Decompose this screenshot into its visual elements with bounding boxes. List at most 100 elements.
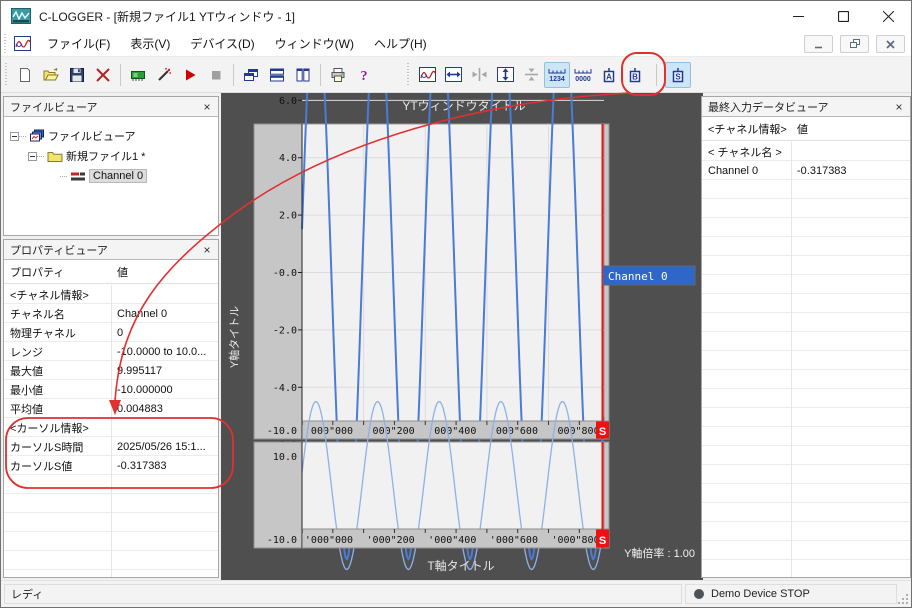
stop-measurement-button[interactable] (203, 62, 229, 88)
device-board-icon (131, 70, 145, 81)
property-viewer-header: プロパティビューア × (4, 240, 218, 260)
status-message: レディ (4, 584, 682, 604)
property-grid[interactable]: <チャネル情報> チャネル名 Channel 0 物理チャネル 0 レンジ -10.0… (4, 285, 218, 577)
yt-chart[interactable]: YTウィンドウタイトル10.08.06.04.02.0-0.0-2.0-4.0-… (221, 93, 703, 580)
toolbar-separator (120, 63, 121, 86)
tile-vertical-button[interactable] (290, 62, 316, 88)
tree-channel-label: Channel 0 (89, 169, 148, 183)
save-icon (70, 67, 84, 82)
last-input-viewer-header: 最終入力データビューア × (702, 97, 910, 117)
menu-view[interactable]: 表示(V) (120, 31, 180, 56)
svg-text:'000"200: '000"200 (367, 426, 415, 437)
compress-y-axis-button[interactable] (518, 62, 544, 88)
file-viewer-close-icon[interactable]: × (200, 100, 214, 114)
play-icon (186, 69, 196, 80)
tree-item-root[interactable]: ファイルビューア (4, 126, 218, 146)
tree-item-channel[interactable]: Channel 0 (4, 166, 218, 186)
mdi-close-button[interactable] (876, 35, 905, 53)
file-tree: ファイルビューア 新規ファイル1 * Channel 0 (4, 117, 218, 186)
property-viewer-title: プロパティビューア (10, 244, 108, 257)
application-window: C-LOGGER - [新規ファイル1 YTウィンドウ - 1] ファイル(F)… (0, 0, 912, 608)
svg-text:-10.0: -10.0 (267, 535, 297, 546)
device-status: Demo Device STOP (685, 584, 897, 604)
svg-text:S: S (675, 72, 681, 81)
column-separator (111, 285, 112, 577)
svg-text:6.0: 6.0 (279, 96, 297, 107)
cursor-b-icon: B (629, 67, 641, 82)
ruler-1234-icon: 1234 (548, 68, 566, 83)
toolbar-separator (656, 63, 657, 86)
last-input-viewer-close-icon[interactable]: × (892, 100, 906, 114)
start-measurement-button[interactable] (177, 62, 203, 88)
yt-window-button[interactable] (414, 62, 440, 88)
table-row[interactable]: Channel 0 -0.317383 (702, 161, 910, 180)
v-expand-icon (496, 67, 514, 82)
open-file-button[interactable] (38, 62, 64, 88)
menu-help[interactable]: ヘルプ(H) (364, 31, 437, 56)
printer-icon (331, 67, 345, 82)
expand-y-axis-button[interactable] (492, 62, 518, 88)
raw-scale-display-button[interactable]: 0000 (570, 62, 596, 88)
collapse-icon[interactable] (28, 151, 37, 161)
file-viewer-title: ファイルビューア (10, 101, 98, 114)
cursor-b-button[interactable]: B (622, 62, 648, 88)
stop-icon (212, 70, 221, 79)
toolbar-separator (233, 63, 234, 86)
svg-text:YTウィンドウタイトル: YTウィンドウタイトル (402, 99, 525, 113)
svg-text:'000"600: '000"600 (490, 426, 538, 437)
menu-device[interactable]: デバイス(D) (180, 31, 264, 56)
toolbar-grip (4, 62, 9, 87)
numeric-scale-display-button[interactable]: 1234 (544, 61, 570, 88)
cursor-s-icon: S (672, 67, 684, 82)
toolbar: ? 1234 0000 A B S (1, 57, 911, 93)
compress-time-axis-button[interactable] (466, 62, 492, 88)
svg-text:S: S (599, 535, 606, 547)
folder-icon (47, 152, 63, 162)
resize-grip[interactable] (897, 593, 909, 605)
collapse-icon[interactable] (10, 131, 19, 141)
help-button[interactable]: ? (351, 62, 377, 88)
new-file-button[interactable] (12, 62, 38, 88)
menu-grip (3, 33, 8, 54)
tree-item-file[interactable]: 新規ファイル1 * (4, 146, 218, 166)
tile-vertical-icon (296, 68, 310, 81)
svg-text:?: ? (361, 69, 368, 83)
viewer-stack-icon (30, 129, 44, 142)
v-compress-icon (524, 68, 538, 81)
last-input-grid[interactable]: < チャネル名 > Channel 0 -0.317383 (702, 142, 910, 577)
table-row[interactable]: < チャネル名 > (702, 142, 910, 161)
connect-device-button[interactable] (125, 62, 151, 88)
tile-horizontal-button[interactable] (264, 62, 290, 88)
minimize-button[interactable] (776, 1, 821, 31)
svg-text:-10.0: -10.0 (267, 426, 297, 437)
svg-text:-2.0: -2.0 (273, 325, 297, 336)
mdi-minimize-button[interactable] (804, 35, 833, 53)
yt-chart-area[interactable]: YTウィンドウタイトル10.08.06.04.02.0-0.0-2.0-4.0-… (221, 93, 703, 580)
expand-time-axis-button[interactable] (440, 62, 466, 88)
last-input-viewer-panel: 最終入力データビューア × <チャネル情報> 値 < チャネル名 > Chann… (701, 96, 911, 578)
ruler-0000-icon: 0000 (574, 68, 592, 83)
svg-text:Y軸倍率 : 1.00: Y軸倍率 : 1.00 (624, 546, 695, 560)
property-viewer-close-icon[interactable]: × (200, 243, 214, 257)
menu-window[interactable]: ウィンドウ(W) (265, 31, 364, 56)
svg-text:0000: 0000 (575, 76, 591, 83)
cursor-a-button[interactable]: A (596, 62, 622, 88)
svg-text:Channel 0: Channel 0 (608, 270, 668, 283)
tile-horizontal-icon (270, 68, 284, 81)
main-area: ファイルビューア × ファイルビューア 新規ファイル1 * Channel 0 … (1, 93, 911, 580)
save-file-button[interactable] (64, 62, 90, 88)
last-input-viewer-title: 最終入力データビューア (708, 101, 829, 114)
delete-button[interactable] (90, 62, 116, 88)
property-viewer-panel: プロパティビューア × プロパティ 値 <チャネル情報> チャネル名 Channe… (3, 239, 219, 578)
setup-wizard-button[interactable] (151, 62, 177, 88)
svg-text:-4.0: -4.0 (273, 383, 297, 394)
cascade-windows-button[interactable] (238, 62, 264, 88)
print-button[interactable] (325, 62, 351, 88)
tree-root-label: ファイルビューア (48, 131, 136, 143)
menu-file[interactable]: ファイル(F) (37, 31, 120, 56)
mdi-restore-button[interactable] (840, 35, 869, 53)
cursor-s-button[interactable]: S (665, 61, 691, 88)
maximize-button[interactable] (821, 1, 866, 31)
close-button[interactable] (866, 1, 911, 31)
svg-text:'000"000: '000"000 (305, 535, 353, 546)
